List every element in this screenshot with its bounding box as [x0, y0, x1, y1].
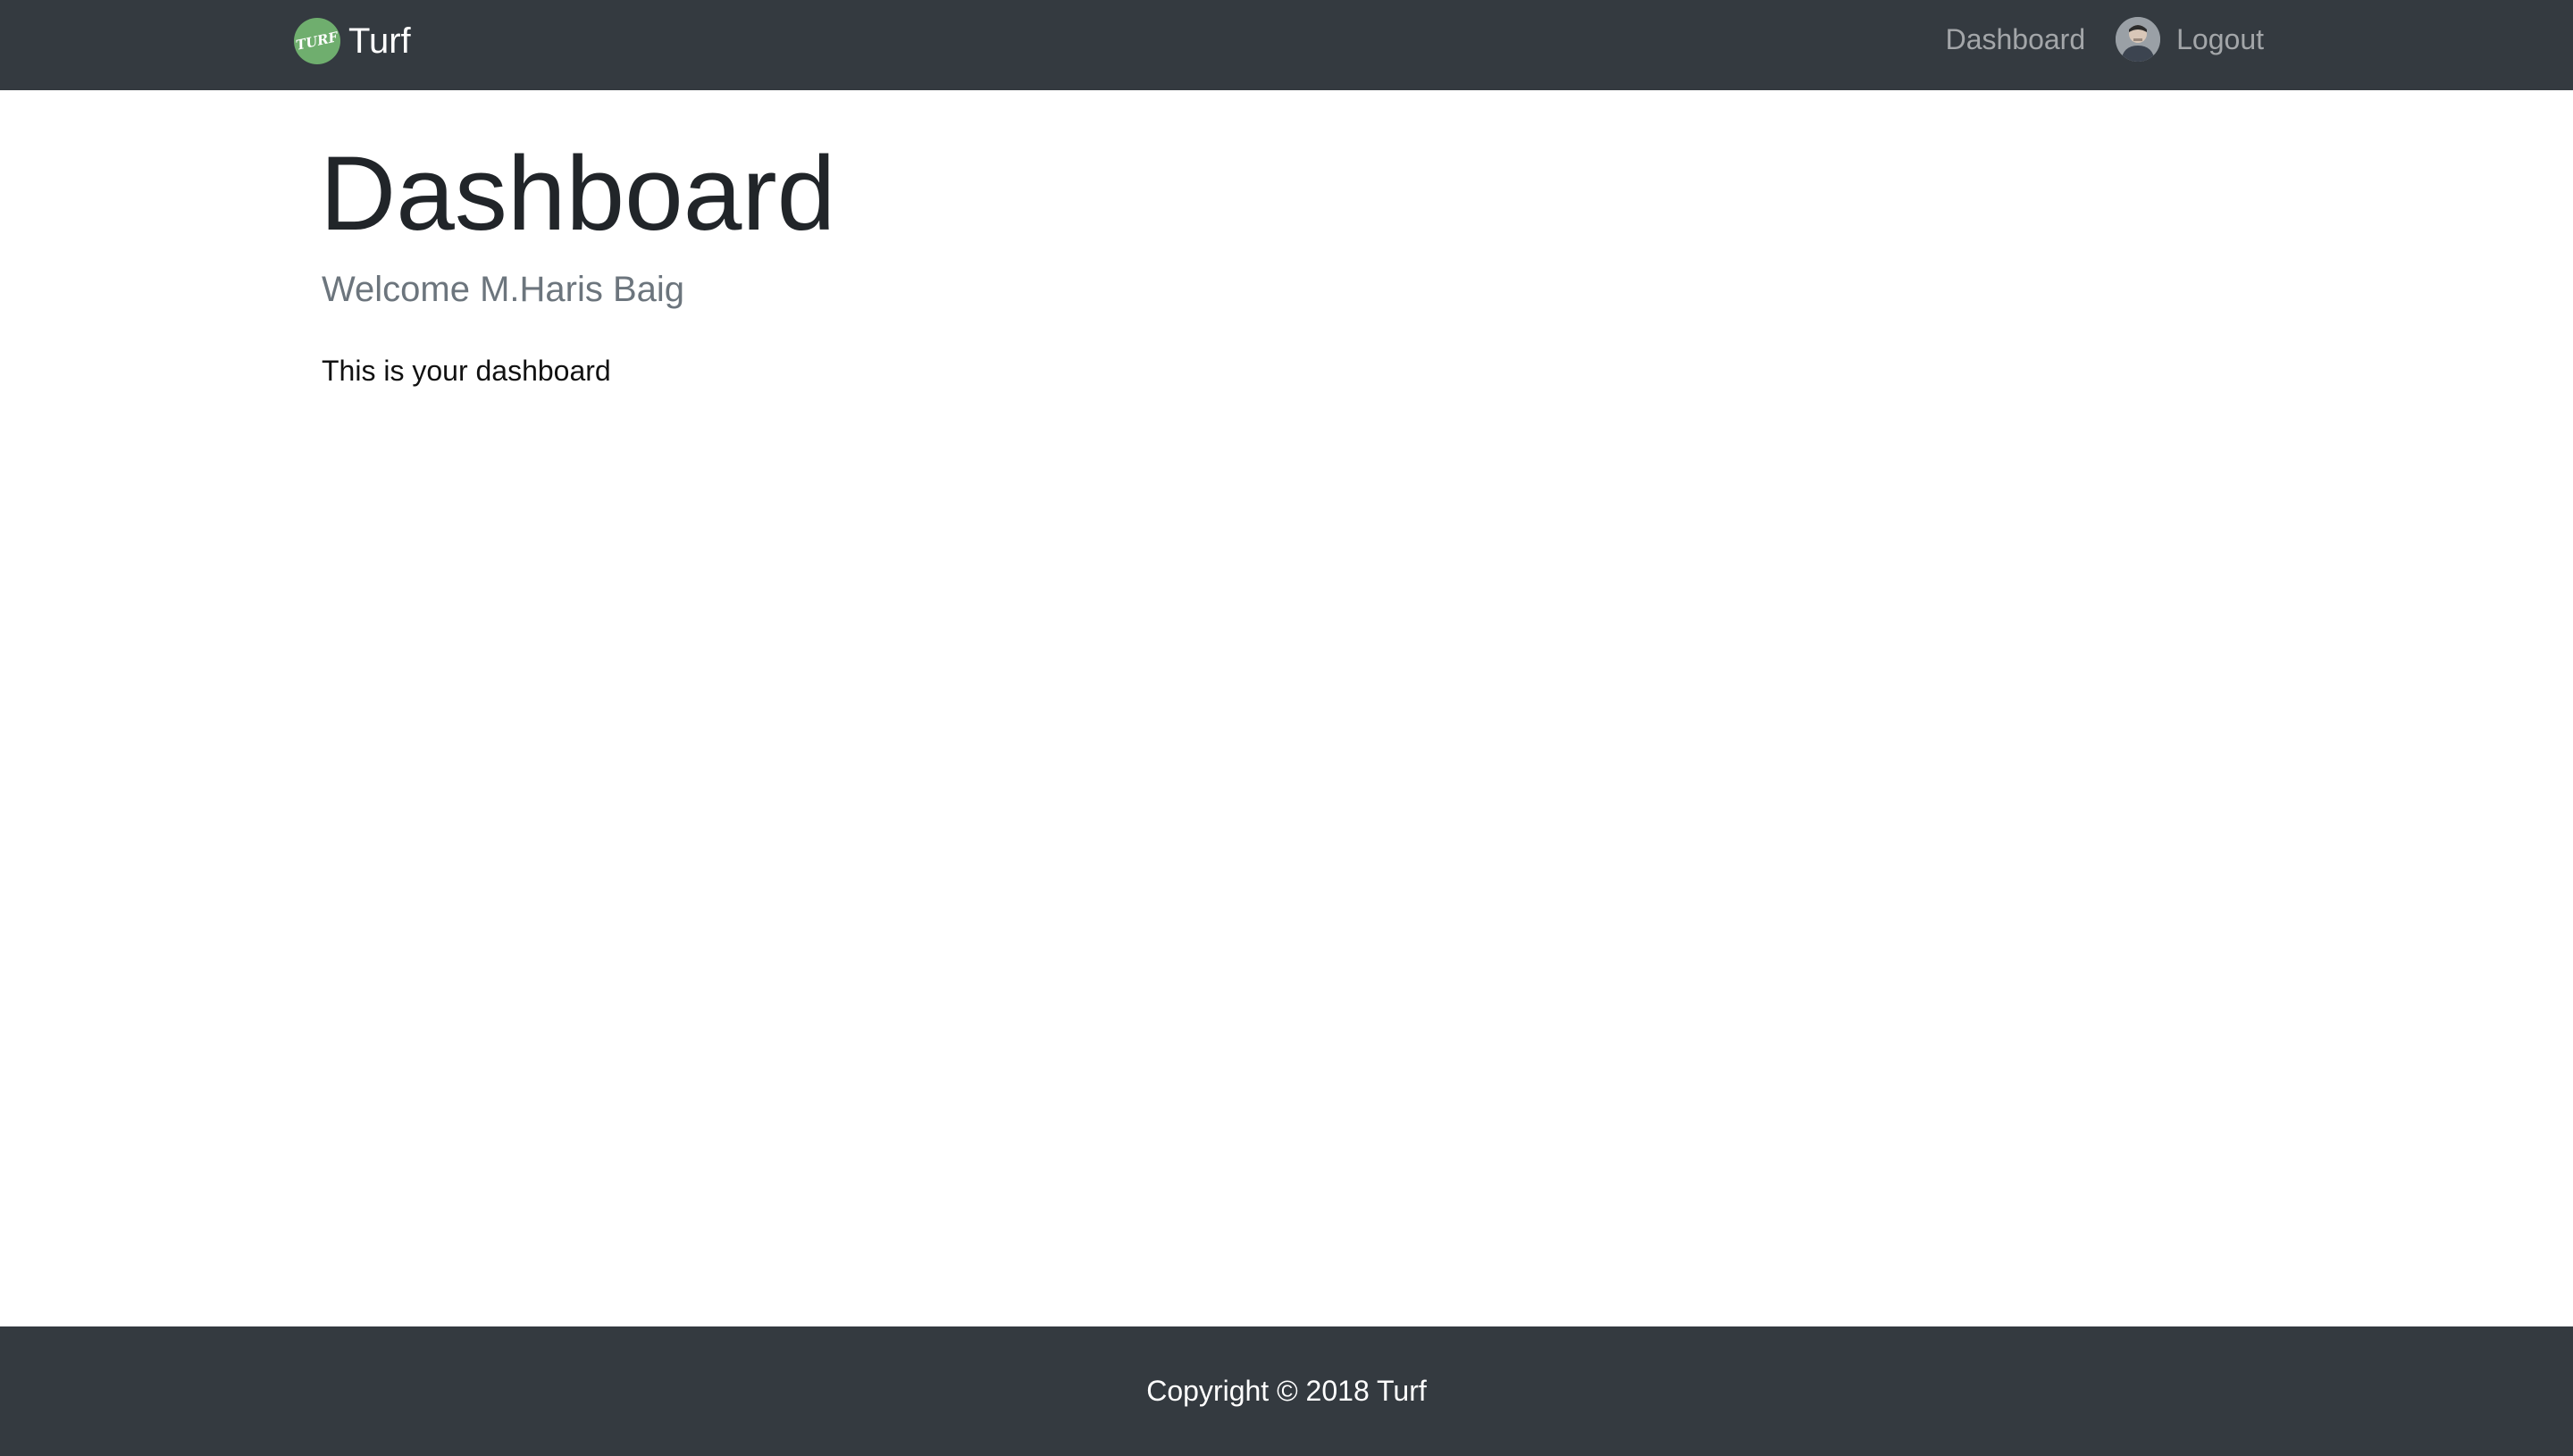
logo-text: TURF: [294, 29, 340, 54]
page: TURF Turf Dashboard Logout Dashboard Wel…: [0, 0, 2573, 1456]
page-title: Dashboard: [320, 135, 836, 253]
nav-right: Dashboard Logout: [1946, 16, 2264, 63]
nav-dashboard-link[interactable]: Dashboard: [1946, 25, 2086, 54]
top-navbar: TURF Turf Dashboard Logout: [0, 0, 2573, 90]
turf-logo-icon: TURF: [294, 18, 340, 64]
avatar-photo: [2116, 17, 2161, 62]
brand-name: Turf: [348, 21, 411, 61]
user-avatar[interactable]: [2116, 17, 2161, 62]
copyright-text: Copyright © 2018 Turf: [1146, 1374, 1427, 1407]
welcome-text: Welcome M.Haris Baig: [322, 270, 685, 309]
brand-link[interactable]: TURF Turf: [294, 16, 411, 66]
footer: Copyright © 2018 Turf: [0, 1326, 2573, 1456]
dashboard-description: This is your dashboard: [322, 355, 611, 387]
nav-logout-link[interactable]: Logout: [2176, 25, 2264, 54]
